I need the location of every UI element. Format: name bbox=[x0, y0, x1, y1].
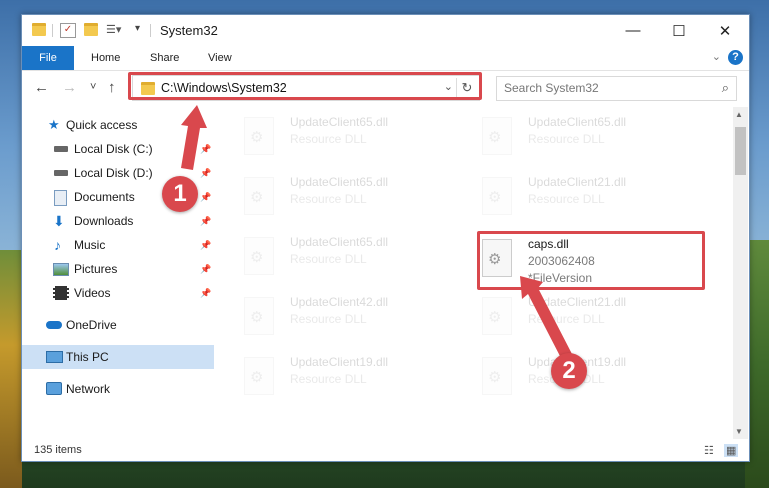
step-marker-2: 2 bbox=[551, 353, 587, 389]
step-marker-1: 1 bbox=[162, 176, 198, 212]
annotation-arrows bbox=[181, 105, 572, 360]
arrow-1-icon bbox=[181, 105, 207, 170]
arrow-2-icon bbox=[520, 276, 572, 360]
